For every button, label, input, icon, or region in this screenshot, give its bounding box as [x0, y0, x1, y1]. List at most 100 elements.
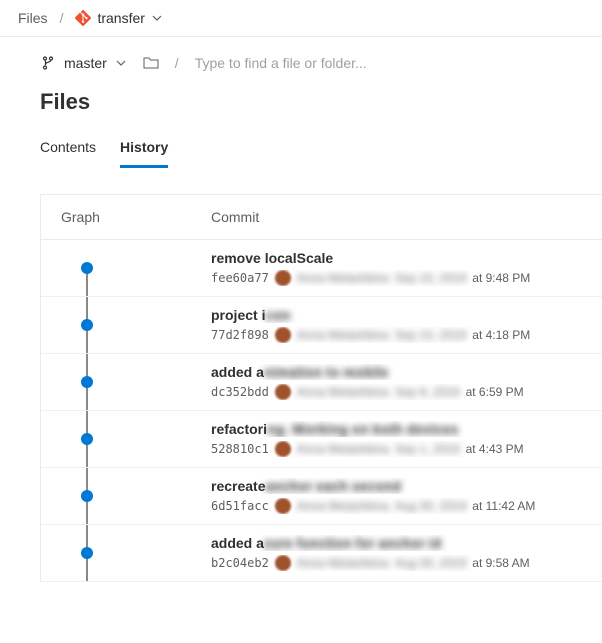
tab-history[interactable]: History: [120, 133, 168, 168]
commit-time: at 6:59 PM: [466, 385, 524, 399]
breadcrumb-separator: /: [60, 10, 64, 26]
commit-list: remove localScale fee60a77 Anna Melashki…: [41, 240, 602, 582]
history-panel: Graph Commit remove localScale fee60a77 …: [40, 194, 602, 582]
commit-hash[interactable]: 77d2f898: [211, 328, 269, 342]
tab-contents[interactable]: Contents: [40, 133, 96, 168]
commit-date: Sep 9, 2019: [395, 385, 460, 399]
commit-row[interactable]: added azure function for anchor id b2c04…: [41, 525, 602, 582]
graph-node-icon: [81, 376, 93, 388]
commit-title-redacted: con: [265, 307, 290, 323]
commit-title-redacted: anchor each second: [266, 478, 401, 494]
graph-cell: [61, 421, 211, 457]
commit-hash[interactable]: fee60a77: [211, 271, 269, 285]
avatar: [275, 498, 291, 514]
chevron-down-icon: [151, 12, 163, 24]
commit-cell: recreateanchor each second 6d51facc Anna…: [211, 478, 582, 514]
commit-title[interactable]: project icon: [211, 307, 582, 323]
column-header-graph[interactable]: Graph: [61, 209, 211, 225]
avatar: [275, 441, 291, 457]
commit-title[interactable]: added azure function for anchor id: [211, 535, 582, 551]
commit-title-visible: remove localScale: [211, 250, 333, 266]
file-filter-input[interactable]: Type to find a file or folder...: [195, 55, 367, 71]
avatar: [275, 270, 291, 286]
avatar: [275, 555, 291, 571]
commit-title-visible: added a: [211, 364, 264, 380]
commit-title[interactable]: refactoring. Working on both devices: [211, 421, 582, 437]
commit-time: at 4:43 PM: [466, 442, 524, 456]
commit-row[interactable]: added animation to mobile dc352bdd Anna …: [41, 354, 602, 411]
commit-cell: added animation to mobile dc352bdd Anna …: [211, 364, 582, 400]
breadcrumb: Files / transfer: [0, 0, 602, 37]
page-title: Files: [0, 71, 602, 121]
commit-date: Aug 30, 2019: [395, 499, 466, 513]
graph-cell: [61, 307, 211, 343]
commit-author: Anna Melashkina: [297, 328, 389, 342]
commit-meta: fee60a77 Anna Melashkina Sep 10, 2019 at…: [211, 270, 582, 286]
commit-date: Sep 1, 2019: [395, 442, 460, 456]
commit-date: Aug 30, 2019: [395, 556, 466, 570]
commit-title[interactable]: added animation to mobile: [211, 364, 582, 380]
folder-icon[interactable]: [143, 55, 159, 71]
path-separator: /: [175, 55, 179, 71]
breadcrumb-repo-name: transfer: [97, 10, 144, 26]
commit-title-redacted: nimation to mobile: [264, 364, 388, 380]
graph-node-icon: [81, 547, 93, 559]
commit-time: at 4:18 PM: [472, 328, 530, 342]
branch-icon: [40, 55, 56, 71]
commit-title[interactable]: remove localScale: [211, 250, 582, 266]
avatar: [275, 327, 291, 343]
commit-title-visible: refactori: [211, 421, 267, 437]
avatar: [275, 384, 291, 400]
commit-author: Anna Melashkina: [297, 499, 389, 513]
commit-hash[interactable]: dc352bdd: [211, 385, 269, 399]
commit-title-visible: added a: [211, 535, 264, 551]
commit-date: Sep 10, 2019: [395, 328, 466, 342]
column-headers: Graph Commit: [41, 195, 602, 240]
graph-cell: [61, 364, 211, 400]
commit-cell: added azure function for anchor id b2c04…: [211, 535, 582, 571]
graph-cell: [61, 478, 211, 514]
commit-date: Sep 10, 2019: [395, 271, 466, 285]
commit-cell: project icon 77d2f898 Anna Melashkina Se…: [211, 307, 582, 343]
graph-node-icon: [81, 319, 93, 331]
commit-meta: b2c04eb2 Anna Melashkina Aug 30, 2019 at…: [211, 555, 582, 571]
column-header-commit[interactable]: Commit: [211, 209, 582, 225]
commit-time: at 9:58 AM: [472, 556, 529, 570]
commit-title-visible: project i: [211, 307, 265, 323]
commit-row[interactable]: project icon 77d2f898 Anna Melashkina Se…: [41, 297, 602, 354]
commit-meta: 77d2f898 Anna Melashkina Sep 10, 2019 at…: [211, 327, 582, 343]
branch-name: master: [64, 55, 107, 71]
commit-title-redacted: ng. Working on both devices: [267, 421, 458, 437]
breadcrumb-repo[interactable]: transfer: [75, 10, 162, 26]
commit-row[interactable]: recreateanchor each second 6d51facc Anna…: [41, 468, 602, 525]
commit-author: Anna Melashkina: [297, 385, 389, 399]
git-repo-icon: [75, 10, 91, 26]
commit-time: at 11:42 AM: [472, 499, 535, 513]
commit-row[interactable]: remove localScale fee60a77 Anna Melashki…: [41, 240, 602, 297]
graph-cell: [61, 535, 211, 571]
commit-title-visible: recreate: [211, 478, 266, 494]
graph-cell: [61, 250, 211, 286]
commit-cell: remove localScale fee60a77 Anna Melashki…: [211, 250, 582, 286]
commit-author: Anna Melashkina: [297, 271, 389, 285]
branch-selector[interactable]: master: [40, 55, 127, 71]
commit-title-redacted: zure function for anchor id: [264, 535, 441, 551]
commit-author: Anna Melashkina: [297, 442, 389, 456]
commit-title[interactable]: recreateanchor each second: [211, 478, 582, 494]
breadcrumb-root[interactable]: Files: [18, 10, 48, 26]
branch-path-row: master / Type to find a file or folder..…: [0, 37, 602, 71]
commit-cell: refactoring. Working on both devices 528…: [211, 421, 582, 457]
commit-row[interactable]: refactoring. Working on both devices 528…: [41, 411, 602, 468]
commit-author: Anna Melashkina: [297, 556, 389, 570]
tabs: Contents History: [0, 121, 602, 168]
graph-node-icon: [81, 433, 93, 445]
commit-hash[interactable]: b2c04eb2: [211, 556, 269, 570]
chevron-down-icon: [115, 57, 127, 69]
commit-meta: 528810c1 Anna Melashkina Sep 1, 2019 at …: [211, 441, 582, 457]
commit-hash[interactable]: 528810c1: [211, 442, 269, 456]
commit-hash[interactable]: 6d51facc: [211, 499, 269, 513]
commit-meta: 6d51facc Anna Melashkina Aug 30, 2019 at…: [211, 498, 582, 514]
graph-node-icon: [81, 490, 93, 502]
commit-time: at 9:48 PM: [472, 271, 530, 285]
graph-node-icon: [81, 262, 93, 274]
